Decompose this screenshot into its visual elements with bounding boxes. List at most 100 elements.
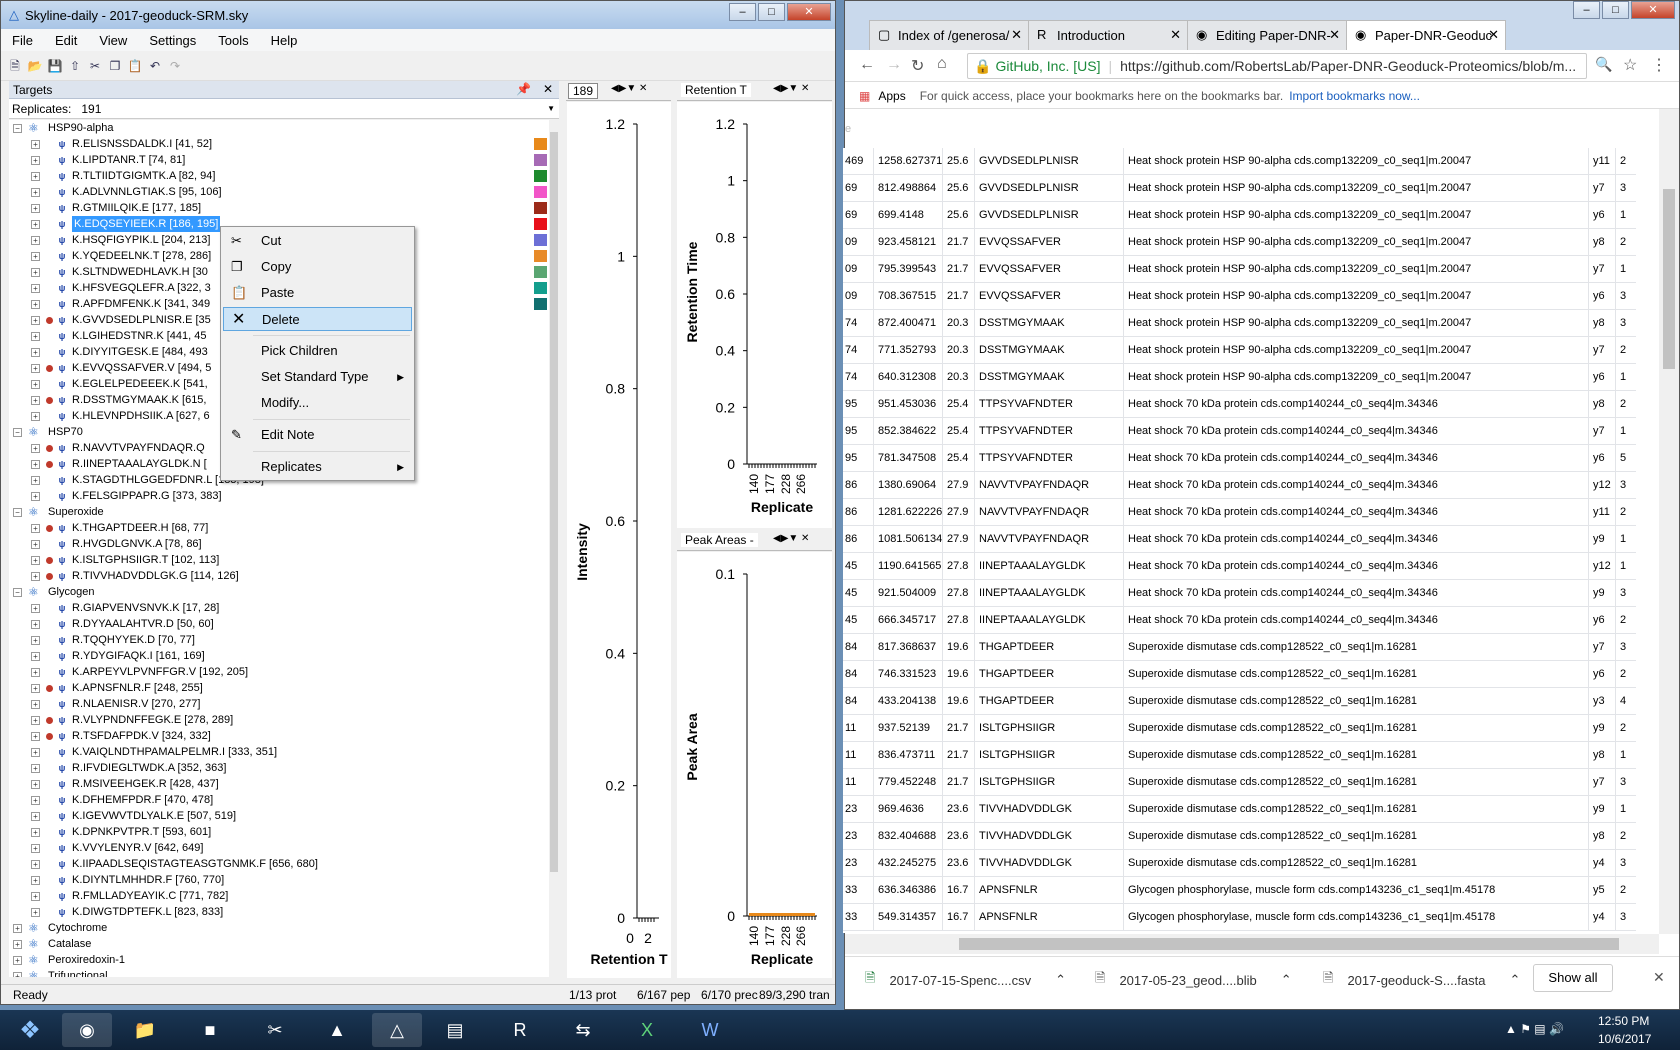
expand-icon[interactable]: + — [31, 843, 40, 853]
expand-icon[interactable]: + — [31, 683, 40, 693]
tree-peptide-node[interactable]: + ψ R.IFVDIEGLTWDK.A [352, 363] — [31, 760, 226, 776]
tree-peptide-node[interactable]: + ψ R.TLTIIDTGIGMTK.A [82, 94] — [31, 168, 215, 184]
apps-label[interactable]: Apps — [878, 89, 905, 103]
tree-peptide-node[interactable]: + ψ K.DIYNTLMHHDR.F [760, 770] — [31, 872, 224, 888]
menu-icon[interactable]: ⋮ — [1651, 55, 1667, 75]
hscroll-thumb[interactable] — [959, 938, 1619, 950]
menu-item-pick-children[interactable]: Pick Children — [223, 339, 412, 363]
tree-peptide-node[interactable]: + ψ K.EGLELPEDEEEK.K [541, — [31, 376, 208, 392]
close-pane-icon[interactable]: ✕ — [543, 82, 553, 96]
expand-icon[interactable]: + — [31, 667, 40, 677]
skyline-taskbar-icon[interactable]: △ — [372, 1013, 422, 1047]
app-taskbar-icon[interactable]: ▲ — [312, 1013, 362, 1047]
expand-icon[interactable]: + — [13, 955, 22, 965]
paste-icon[interactable]: 📋 — [127, 58, 143, 74]
replicates-selector[interactable]: Replicates: 191 ▼ — [9, 99, 559, 119]
menu-item-modify[interactable]: Modify... — [223, 391, 412, 415]
tree-peptide-node[interactable]: + ψ K.ISLTGPHSIIGR.T [102, 113] — [31, 552, 219, 568]
expand-icon[interactable]: + — [31, 443, 40, 453]
expand-icon[interactable]: + — [31, 651, 40, 661]
menu-item-copy[interactable]: ❐ Copy — [223, 255, 412, 279]
chrome-taskbar-icon[interactable]: ◉ — [62, 1013, 112, 1047]
tree-peptide-node[interactable]: + ψ R.GIAPVENVSNVK.K [17, 28] — [31, 600, 219, 616]
menu-item-edit-note[interactable]: ✎ Edit Note — [223, 423, 412, 447]
chevron-up-icon[interactable]: ⌃ — [1055, 972, 1066, 988]
collapse-icon[interactable]: − — [13, 507, 22, 517]
cut-icon[interactable]: ✂ — [87, 58, 103, 74]
dropdown-arrow-icon[interactable]: ▼ — [547, 104, 555, 113]
expand-icon[interactable]: + — [31, 763, 40, 773]
expand-icon[interactable]: + — [31, 155, 40, 165]
expand-icon[interactable]: + — [31, 395, 40, 405]
expand-icon[interactable]: + — [31, 331, 40, 341]
tree-protein-node[interactable]: − ⚛ HSP70 — [13, 424, 83, 440]
tree-peptide-node[interactable]: + ψ K.YQEDEELNK.T [278, 286] — [31, 248, 211, 264]
clock-date[interactable]: 10/6/2017 — [1598, 1032, 1651, 1046]
expand-icon[interactable]: + — [31, 779, 40, 789]
graph2-nav-icon[interactable]: ◀▶▼ ✕ — [773, 83, 809, 94]
tree-protein-node[interactable]: + ⚛ Peroxiredoxin-1 — [13, 952, 125, 968]
expand-icon[interactable]: + — [31, 859, 40, 869]
close-tab-icon[interactable]: ✕ — [1329, 27, 1340, 43]
tree-peptide-node[interactable]: + ψ K.EDQSEYIEEK.R [186, 195] — [31, 216, 221, 232]
menu-help[interactable]: Help — [260, 33, 309, 48]
expand-icon[interactable]: + — [31, 187, 40, 197]
tree-peptide-node[interactable]: + ψ K.ADLVNNLGTIAK.S [95, 106] — [31, 184, 222, 200]
expand-icon[interactable]: + — [31, 603, 40, 613]
tree-peptide-node[interactable]: + ψ K.ARPEYVLPVNFFGR.V [192, 205] — [31, 664, 248, 680]
expand-icon[interactable]: + — [31, 731, 40, 741]
scrollbar-thumb[interactable] — [1663, 189, 1675, 369]
expand-icon[interactable]: + — [31, 347, 40, 357]
expand-icon[interactable]: + — [31, 571, 40, 581]
close-button[interactable]: ✕ — [787, 3, 831, 21]
menu-view[interactable]: View — [88, 33, 138, 48]
tree-protein-node[interactable]: + ⚛ Cytochrome — [13, 920, 107, 936]
expand-icon[interactable]: + — [31, 875, 40, 885]
tree-peptide-node[interactable]: + ψ K.DFHEMFPDR.F [470, 478] — [31, 792, 213, 808]
minimize-button[interactable]: – — [729, 3, 756, 21]
menu-edit[interactable]: Edit — [44, 33, 88, 48]
tree-peptide-node[interactable]: + ψ R.APFDMFENK.K [341, 349 — [31, 296, 210, 312]
snipping-taskbar-icon[interactable]: ✂ — [250, 1013, 300, 1047]
save-icon[interactable]: 💾 — [47, 58, 63, 74]
collapse-icon[interactable]: − — [13, 587, 22, 597]
tree-peptide-node[interactable]: + ψ K.DIWGTDPTEFK.L [823, 833] — [31, 904, 223, 920]
graph1-nav-icon[interactable]: ◀▶▼ ✕ — [611, 83, 647, 94]
r-taskbar-icon[interactable]: R — [495, 1013, 545, 1047]
tree-peptide-node[interactable]: + ψ K.IIPAADLSEQISTAGTEASGTGNMK.F [656, 68… — [31, 856, 318, 872]
expand-icon[interactable]: + — [13, 971, 22, 977]
splitter[interactable] — [559, 81, 565, 977]
expand-icon[interactable]: + — [31, 235, 40, 245]
tree-peptide-node[interactable]: + ψ K.IGEVWVTDLYALK.E [507, 519] — [31, 808, 236, 824]
graph1-tab[interactable]: 189 — [568, 83, 599, 99]
show-all-button[interactable]: Show all — [1533, 964, 1613, 992]
expand-icon[interactable]: + — [31, 491, 40, 501]
tree-peptide-node[interactable]: + ψ R.TQQHYYEK.D [70, 77] — [31, 632, 195, 648]
browser-tab[interactable]: ◉ Editing Paper-DNR- ✕ — [1187, 20, 1347, 50]
tree-peptide-node[interactable]: + ψ R.TSFDAFPDK.V [324, 332] — [31, 728, 211, 744]
expand-icon[interactable]: + — [31, 907, 40, 917]
expand-icon[interactable]: + — [13, 939, 22, 949]
tree-protein-node[interactable]: − ⚛ Glycogen — [13, 584, 94, 600]
explorer-taskbar-icon[interactable]: 📁 — [120, 1013, 170, 1047]
word-taskbar-icon[interactable]: W — [685, 1013, 735, 1047]
expand-icon[interactable]: + — [31, 619, 40, 629]
tree-peptide-node[interactable]: + ψ R.HVGDLGNVK.A [78, 86] — [31, 536, 202, 552]
menu-item-set-standard-type[interactable]: Set Standard Type ▶ — [223, 365, 412, 389]
expand-icon[interactable]: + — [31, 139, 40, 149]
reload-icon[interactable]: ↻ — [911, 56, 924, 76]
menu-item-cut[interactable]: ✂ Cut — [223, 229, 412, 253]
import-bookmarks-link[interactable]: Import bookmarks now... — [1289, 89, 1420, 103]
excel-taskbar-icon[interactable]: X — [622, 1013, 672, 1047]
expand-icon[interactable]: + — [31, 315, 40, 325]
close-tab-icon[interactable]: ✕ — [1488, 27, 1499, 43]
tree-peptide-node[interactable]: + ψ R.VLYPNDNFFEGK.E [278, 289] — [31, 712, 233, 728]
expand-icon[interactable]: + — [31, 827, 40, 837]
graph3-nav-icon[interactable]: ◀▶▼ ✕ — [773, 533, 809, 544]
pin-icon[interactable]: 📌 — [516, 82, 531, 96]
expand-icon[interactable]: + — [13, 923, 22, 933]
expand-icon[interactable]: + — [31, 411, 40, 421]
tree-peptide-node[interactable]: + ψ R.NLAENISR.V [270, 277] — [31, 696, 200, 712]
expand-icon[interactable]: + — [31, 219, 40, 229]
close-downloads-icon[interactable]: ✕ — [1653, 969, 1665, 986]
